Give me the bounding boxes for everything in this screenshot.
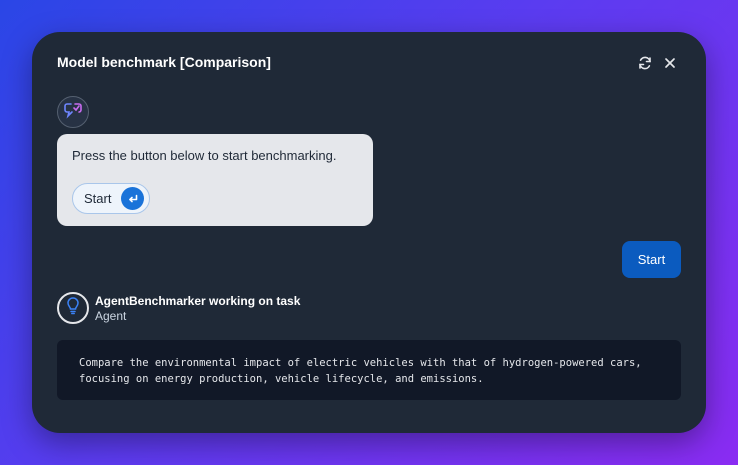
enter-icon — [121, 187, 144, 210]
bot-avatar — [57, 96, 89, 128]
close-icon[interactable] — [661, 54, 679, 72]
task-box: Compare the environmental impact of elec… — [57, 340, 681, 400]
start-button-label: Start — [84, 191, 112, 206]
bot-message-text: Press the button below to start benchmar… — [72, 148, 337, 163]
refresh-icon[interactable] — [636, 54, 654, 72]
start-button[interactable]: Start — [72, 183, 150, 214]
panel-title: Model benchmark [Comparison] — [57, 54, 271, 70]
bot-message-bubble: Press the button below to start benchmar… — [57, 134, 373, 226]
task-text: Compare the environmental impact of elec… — [79, 357, 642, 385]
agent-avatar — [57, 292, 89, 324]
chat-panel: Model benchmark [Comparison] Press the b… — [32, 32, 706, 433]
bot-icon — [63, 101, 83, 124]
lightbulb-icon — [66, 296, 80, 320]
user-message: Start — [622, 241, 681, 278]
agent-name: AgentBenchmarker working on task — [95, 294, 301, 308]
agent-role: Agent — [95, 309, 127, 323]
